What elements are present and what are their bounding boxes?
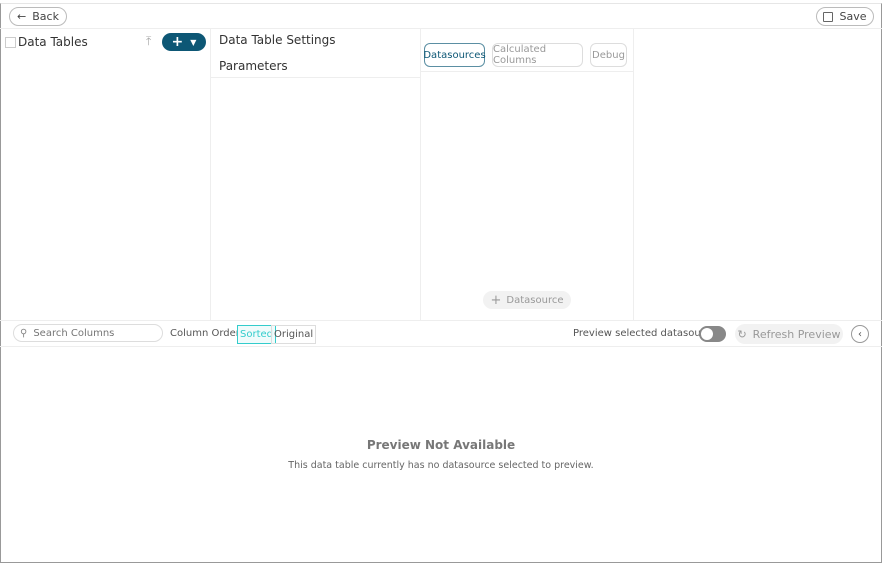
datasources-panel: + Datasource — [421, 29, 634, 321]
collapse-panel-button[interactable]: ‹ — [851, 325, 869, 343]
plus-icon: + — [490, 292, 502, 308]
search-columns-input[interactable]: ⚲ — [13, 324, 163, 342]
add-data-table-button[interactable]: + ▼ — [162, 33, 206, 51]
tab-debug[interactable]: Debug — [590, 43, 627, 67]
parameters-item[interactable]: Parameters — [219, 59, 288, 73]
chevron-left-icon: ‹ — [858, 328, 862, 340]
data-table-settings-item[interactable]: Data Table Settings — [219, 33, 336, 47]
settings-panel: Data Table Settings Parameters — [211, 29, 421, 321]
arrow-left-icon: ← — [17, 10, 27, 23]
refresh-icon: ↻ — [737, 327, 747, 341]
original-button[interactable]: Original — [271, 325, 317, 344]
save-button[interactable]: Save — [816, 7, 874, 26]
save-icon — [823, 11, 834, 22]
plus-icon: + — [171, 34, 184, 50]
tab-datasources[interactable]: Datasources — [423, 43, 486, 67]
add-datasource-button[interactable]: + Datasource — [483, 291, 571, 309]
preview-toolbar: ⚲ Column Order Sorted Original Preview s… — [0, 320, 882, 347]
select-all-checkbox[interactable] — [5, 37, 16, 48]
refresh-preview-button[interactable]: ↻ Refresh Preview — [735, 324, 843, 344]
preview-title: Preview Not Available — [366, 438, 516, 452]
preview-toggle[interactable] — [699, 326, 726, 342]
preview-message: This data table currently has no datasou… — [288, 460, 594, 471]
column-order-label: Column Order — [170, 328, 240, 339]
search-field[interactable] — [33, 327, 144, 339]
caret-down-icon: ▼ — [190, 37, 197, 47]
search-icon: ⚲ — [20, 327, 28, 339]
data-tables-panel: Data Tables ⤒ + ▼ — [0, 29, 211, 321]
tab-calculated-columns[interactable]: Calculated Columns — [492, 43, 583, 67]
back-button[interactable]: ← Back — [9, 7, 67, 26]
divider — [211, 77, 420, 78]
preview-toggle-label: Preview selected datasource — [573, 328, 717, 339]
upload-icon[interactable]: ⤒ — [146, 34, 151, 49]
data-tables-title: Data Tables — [18, 35, 88, 49]
divider — [421, 71, 633, 72]
header: ← Back Save — [0, 3, 882, 29]
